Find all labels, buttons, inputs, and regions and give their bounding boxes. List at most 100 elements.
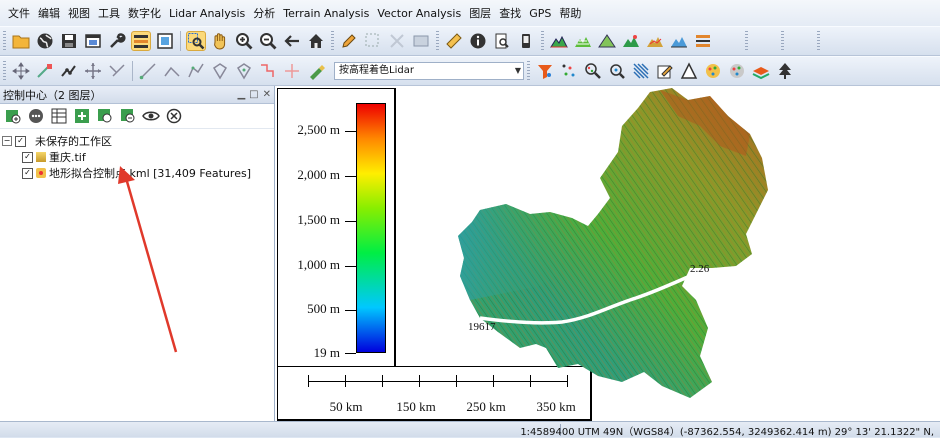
- legend-label: 1,500 m: [297, 212, 340, 227]
- layers-icon[interactable]: [131, 31, 151, 51]
- menu-vector-analysis[interactable]: Vector Analysis: [373, 7, 465, 20]
- cut-icon[interactable]: [107, 61, 127, 81]
- toolbar-grip[interactable]: [527, 61, 530, 81]
- globe-icon[interactable]: [35, 31, 55, 51]
- terrain3-icon[interactable]: [597, 31, 617, 51]
- find-icon[interactable]: [492, 31, 512, 51]
- wrench-icon[interactable]: [107, 31, 127, 51]
- grid-icon[interactable]: [631, 61, 651, 81]
- pan-hand-icon[interactable]: [210, 31, 230, 51]
- phone-icon[interactable]: [516, 31, 536, 51]
- terrain6-icon[interactable]: [669, 31, 689, 51]
- vertex-icon[interactable]: [35, 61, 55, 81]
- toolbar-grip[interactable]: [436, 31, 439, 51]
- close-icon[interactable]: ✕: [263, 89, 271, 100]
- zoom-pts2-icon[interactable]: [607, 61, 627, 81]
- maximize-icon[interactable]: □: [249, 89, 258, 100]
- toolbar-grip[interactable]: [781, 31, 784, 51]
- frame-icon[interactable]: [155, 31, 175, 51]
- workspace-node[interactable]: − ✓ 未保存的工作区: [2, 133, 274, 149]
- crosshair-icon[interactable]: [83, 61, 103, 81]
- chevron-down-icon: ▼: [514, 66, 521, 75]
- status-bar: 1:4589400 UTM 49N（WGS84）(-87362.554, 324…: [0, 421, 940, 438]
- terrain2-icon[interactable]: [573, 31, 593, 51]
- menu-help[interactable]: 帮助: [555, 5, 585, 21]
- point-layer-icon: [36, 168, 46, 178]
- toolbar-grip[interactable]: [817, 31, 820, 51]
- delete-icon[interactable]: [387, 31, 407, 51]
- visibility-icon[interactable]: [142, 107, 160, 125]
- menu-file[interactable]: 文件: [4, 5, 34, 21]
- points-icon[interactable]: [703, 61, 723, 81]
- zoom-layer2-icon[interactable]: [119, 107, 137, 125]
- add-layer-icon[interactable]: [4, 107, 22, 125]
- menu-edit[interactable]: 编辑: [34, 5, 64, 21]
- move-icon[interactable]: [11, 61, 31, 81]
- status-coordinates: 1:4589400 UTM 49N（WGS84）(-87362.554, 324…: [520, 427, 934, 438]
- line2-icon[interactable]: [162, 61, 182, 81]
- toolbar-grip[interactable]: [3, 61, 6, 81]
- window-icon[interactable]: [83, 31, 103, 51]
- terrain1-icon[interactable]: [549, 31, 569, 51]
- filter-icon[interactable]: [535, 61, 555, 81]
- terrain5-icon[interactable]: [645, 31, 665, 51]
- line-icon[interactable]: [138, 61, 158, 81]
- menu-digitize[interactable]: 数字化: [124, 5, 165, 21]
- save-icon[interactable]: [59, 31, 79, 51]
- feature-icon[interactable]: [186, 61, 206, 81]
- home-icon[interactable]: [306, 31, 326, 51]
- menu-lidar-analysis[interactable]: Lidar Analysis: [165, 7, 249, 20]
- tree-icon[interactable]: [775, 61, 795, 81]
- layers2-icon[interactable]: [751, 61, 771, 81]
- info-icon[interactable]: [468, 31, 488, 51]
- layer-group-icon[interactable]: [73, 107, 91, 125]
- toolbar-grip[interactable]: [745, 31, 748, 51]
- feature3-icon[interactable]: [234, 61, 254, 81]
- terrain7-icon[interactable]: [693, 31, 713, 51]
- points2-icon[interactable]: [727, 61, 747, 81]
- dots-icon[interactable]: [559, 61, 579, 81]
- scale-tick: [308, 375, 309, 387]
- zoom-layer-icon[interactable]: [96, 107, 114, 125]
- measure-icon[interactable]: [411, 31, 431, 51]
- select-rect-icon[interactable]: [363, 31, 383, 51]
- toolbar-grip[interactable]: [541, 31, 544, 51]
- zoom-in-icon[interactable]: [234, 31, 254, 51]
- back-arrow-icon[interactable]: [282, 31, 302, 51]
- layer-checkbox[interactable]: ✓: [22, 151, 33, 163]
- menu-analysis[interactable]: 分析: [249, 5, 279, 21]
- zoom-select-icon[interactable]: [186, 31, 206, 51]
- menu-terrain-analysis[interactable]: Terrain Analysis: [279, 7, 373, 20]
- map-view[interactable]: 2,500 m 2,000 m 1,500 m 1,000 m 500 m 19…: [275, 86, 940, 421]
- menu-gps[interactable]: GPS: [525, 7, 555, 20]
- color-scheme-select[interactable]: 按高程着色Lidar ▼: [334, 62, 524, 80]
- menu-tools[interactable]: 工具: [94, 5, 124, 21]
- pencil-icon[interactable]: [339, 31, 359, 51]
- legend-tick: [345, 310, 356, 311]
- feature2-icon[interactable]: [210, 61, 230, 81]
- terrain4-icon[interactable]: [621, 31, 641, 51]
- zoom-pts-icon[interactable]: [583, 61, 603, 81]
- feature4-icon[interactable]: [258, 61, 278, 81]
- main-toolbar: [0, 26, 940, 56]
- workspace-checkbox[interactable]: ✓: [15, 135, 26, 147]
- ruler-icon[interactable]: [444, 31, 464, 51]
- layer-checkbox[interactable]: ✓: [22, 167, 33, 179]
- folder-open-icon[interactable]: [11, 31, 31, 51]
- brush-icon[interactable]: [306, 61, 326, 81]
- feature5-icon[interactable]: [282, 61, 302, 81]
- minimize-icon[interactable]: ▁: [237, 89, 245, 100]
- toolbar-grip[interactable]: [331, 31, 334, 51]
- layer-options-icon[interactable]: [27, 107, 45, 125]
- zoom-out-icon[interactable]: [258, 31, 278, 51]
- collapse-icon[interactable]: −: [2, 136, 12, 146]
- remove-layer-icon[interactable]: [165, 107, 183, 125]
- menu-view[interactable]: 视图: [64, 5, 94, 21]
- menu-find[interactable]: 查找: [495, 5, 525, 21]
- triangle-icon[interactable]: [679, 61, 699, 81]
- table-icon[interactable]: [50, 107, 68, 125]
- edit-layer-icon[interactable]: [655, 61, 675, 81]
- toolbar-grip[interactable]: [3, 31, 6, 51]
- menu-layers[interactable]: 图层: [465, 5, 495, 21]
- edit-vertex-icon[interactable]: [59, 61, 79, 81]
